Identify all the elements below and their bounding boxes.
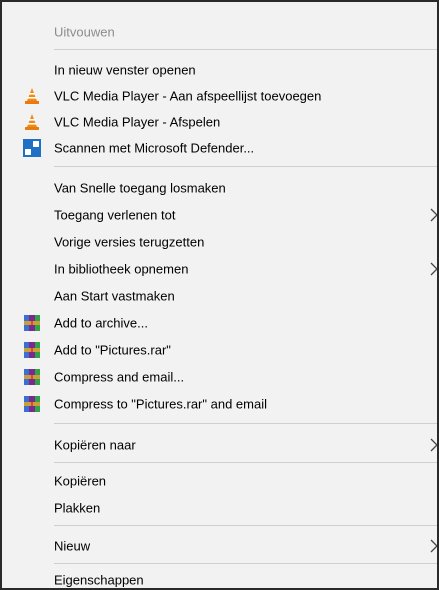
chevron-right-icon xyxy=(429,207,437,223)
vlc-cone-icon xyxy=(23,113,41,131)
menu-item-label: VLC Media Player - Aan afspeellijst toev… xyxy=(54,88,322,104)
menu-item-compress-and-email[interactable]: Compress and email... xyxy=(2,365,437,389)
menu-item-properties[interactable]: Eigenschappen xyxy=(2,568,437,588)
menu-item-include-in-library[interactable]: In bibliotheek opnemen xyxy=(2,257,437,281)
menu-item-add-to-pictures-rar[interactable]: Add to "Pictures.rar" xyxy=(2,338,437,362)
menu-item-label: Aan Start vastmaken xyxy=(54,288,175,304)
menu-separator xyxy=(54,49,437,50)
menu-separator xyxy=(54,166,437,167)
menu-separator xyxy=(54,563,437,564)
menu-item-label: Kopiëren naar xyxy=(54,437,136,453)
menu-item-vlc-add-playlist[interactable]: VLC Media Player - Aan afspeellijst toev… xyxy=(2,84,437,108)
menu-item-label: Compress and email... xyxy=(54,369,185,385)
menu-separator xyxy=(54,423,437,424)
menu-item-give-access-to[interactable]: Toegang verlenen tot xyxy=(2,203,437,227)
menu-item-open-new-window[interactable]: In nieuw venster openen xyxy=(2,58,437,82)
menu-item-restore-previous-versions[interactable]: Vorige versies terugzetten xyxy=(2,230,437,254)
defender-shield-icon xyxy=(23,139,41,157)
menu-item-label: In nieuw venster openen xyxy=(54,62,196,78)
menu-item-label: Van Snelle toegang losmaken xyxy=(54,180,226,196)
menu-item-copy-to[interactable]: Kopiëren naar xyxy=(2,433,437,457)
menu-item-label: Toegang verlenen tot xyxy=(54,207,176,223)
menu-item-copy[interactable]: Kopiëren xyxy=(2,469,437,493)
winrar-icon xyxy=(23,314,41,332)
menu-item-compress-to-pictures-rar-email[interactable]: Compress to "Pictures.rar" and email xyxy=(2,392,437,416)
menu-item-label: Nieuw xyxy=(54,538,91,554)
menu-item-label: Scannen met Microsoft Defender... xyxy=(54,140,255,156)
winrar-icon xyxy=(23,341,41,359)
vlc-cone-icon xyxy=(23,87,41,105)
context-menu: Uitvouwen In nieuw venster openen VLC Me… xyxy=(0,0,439,590)
menu-item-label: Plakken xyxy=(54,500,101,516)
menu-item-label: Uitvouwen xyxy=(54,24,115,40)
menu-item-pin-to-start[interactable]: Aan Start vastmaken xyxy=(2,284,437,308)
menu-item-label: In bibliotheek opnemen xyxy=(54,261,189,277)
menu-item-uitvouwen: Uitvouwen xyxy=(2,20,437,44)
menu-item-label: VLC Media Player - Afspelen xyxy=(54,114,221,130)
chevron-right-icon xyxy=(429,437,437,453)
menu-item-label: Kopiëren xyxy=(54,473,107,489)
menu-item-paste[interactable]: Plakken xyxy=(2,496,437,520)
chevron-right-icon xyxy=(429,261,437,277)
menu-item-label: Eigenschappen xyxy=(54,572,144,588)
menu-separator xyxy=(54,525,437,526)
menu-item-label: Add to "Pictures.rar" xyxy=(54,342,171,358)
menu-item-new[interactable]: Nieuw xyxy=(2,534,437,558)
winrar-icon xyxy=(23,368,41,386)
menu-item-add-to-archive[interactable]: Add to archive... xyxy=(2,311,437,335)
menu-item-vlc-play[interactable]: VLC Media Player - Afspelen xyxy=(2,110,437,134)
menu-item-label: Vorige versies terugzetten xyxy=(54,234,205,250)
chevron-right-icon xyxy=(429,538,437,554)
menu-item-label: Add to archive... xyxy=(54,315,148,331)
menu-separator xyxy=(54,462,437,463)
menu-item-label: Compress to "Pictures.rar" and email xyxy=(54,396,267,412)
menu-item-defender-scan[interactable]: Scannen met Microsoft Defender... xyxy=(2,136,437,160)
winrar-icon xyxy=(23,395,41,413)
menu-item-unpin-quick-access[interactable]: Van Snelle toegang losmaken xyxy=(2,176,437,200)
